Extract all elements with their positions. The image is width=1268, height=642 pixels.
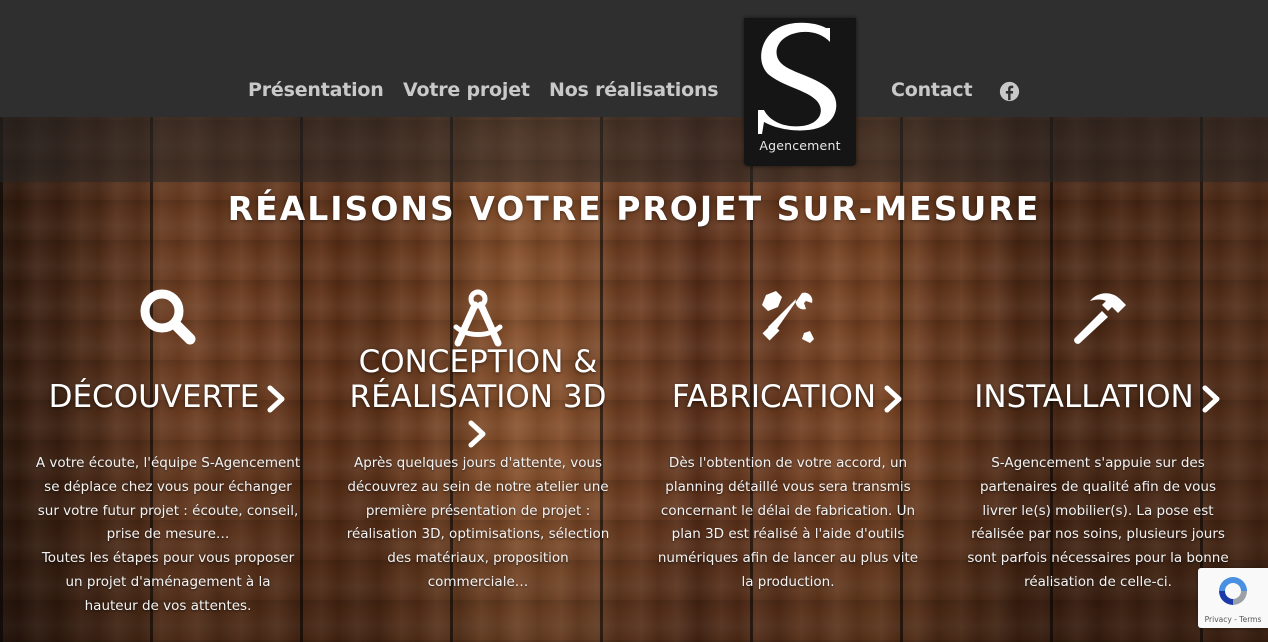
chevron-right-icon — [267, 385, 285, 412]
recaptcha-icon — [1219, 577, 1247, 605]
step-title[interactable]: INSTALLATION — [948, 380, 1248, 415]
compass-drafting-icon — [453, 289, 503, 347]
nav-item-votre-projet[interactable]: Votre projet — [403, 79, 530, 101]
logo-s-mark — [758, 22, 837, 134]
search-icon — [140, 289, 196, 345]
step-title-wrap[interactable]: INSTALLATION — [948, 380, 1248, 415]
nav-item-nos-realisations[interactable]: Nos réalisations — [549, 79, 719, 101]
step-decouverte: DÉCOUVERTE A votre écoute, l'équipe S-Ag… — [18, 285, 318, 614]
step-title[interactable]: DÉCOUVERTE — [18, 380, 318, 415]
step-title[interactable]: FABRICATION — [638, 380, 938, 415]
step-title-wrap[interactable]: DÉCOUVERTE — [18, 380, 318, 415]
step-description: Dès l'obtention de votre accord, un plan… — [657, 455, 919, 590]
step-title-wrap[interactable]: CONCEPTION & RÉALISATION 3D — [328, 345, 628, 450]
step-title-wrap[interactable]: FABRICATION — [638, 380, 938, 415]
step-fabrication: FABRICATION Dès l'obtention de votre acc… — [638, 285, 938, 590]
step-title[interactable]: CONCEPTION & RÉALISATION 3D — [328, 345, 628, 450]
step-installation: INSTALLATION S-Agencement s'appuie sur d… — [948, 285, 1248, 590]
recaptcha-legal[interactable]: Privacy - Terms — [1198, 615, 1268, 624]
tools-icon — [762, 291, 814, 343]
nav-item-presentation[interactable]: Présentation — [248, 79, 384, 101]
header-translucent-band — [0, 117, 1268, 182]
hammer-icon — [1074, 293, 1126, 344]
logo-wordmark: Agencement — [759, 138, 841, 153]
site-logo[interactable]: Agencement — [744, 18, 856, 166]
chevron-right-icon — [1202, 385, 1220, 412]
chevron-right-icon — [884, 385, 902, 412]
section-title: RÉALISONS VOTRE PROJET SUR-MESURE — [227, 189, 1041, 228]
step-description: Après quelques jours d'attente, vous déc… — [346, 455, 610, 590]
nav-item-contact[interactable]: Contact — [891, 79, 973, 101]
step-conception: CONCEPTION & RÉALISATION 3D Après quelqu… — [328, 285, 628, 590]
facebook-icon[interactable] — [999, 81, 1020, 102]
step-description: A votre écoute, l'équipe S-Agencement se… — [35, 455, 301, 614]
chevron-right-icon — [468, 420, 486, 447]
recaptcha-badge[interactable]: Privacy - Terms — [1198, 568, 1268, 628]
